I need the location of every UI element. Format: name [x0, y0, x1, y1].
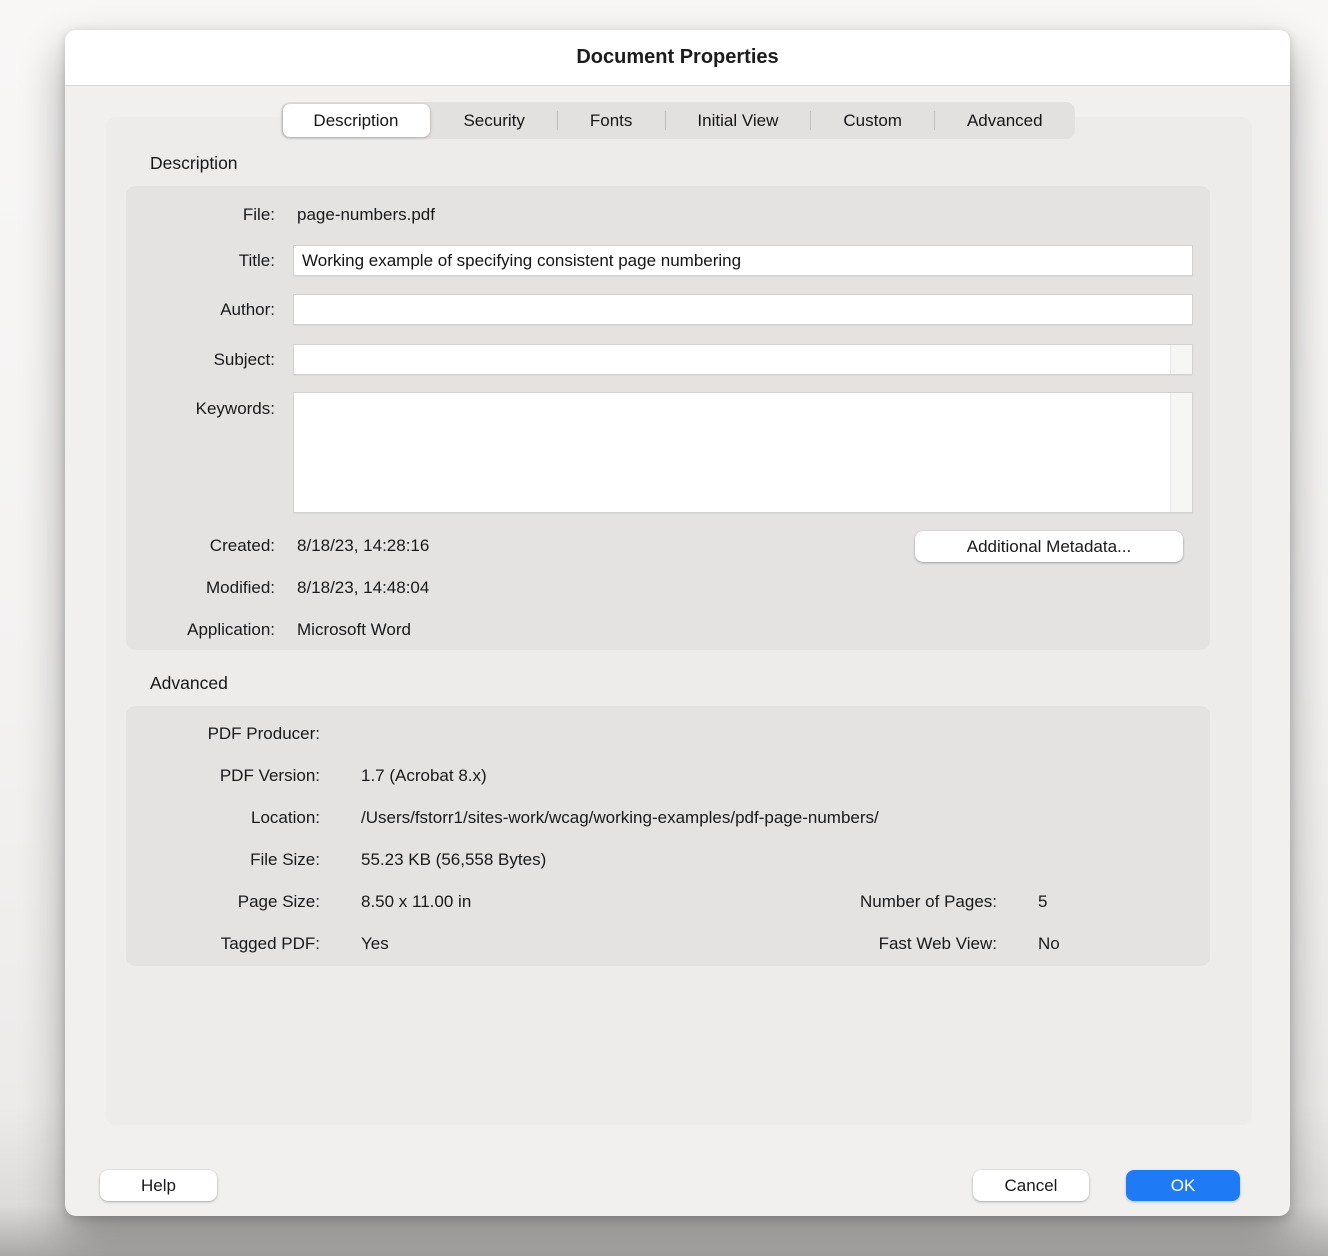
subject-label: Subject: [126, 344, 275, 375]
subject-input[interactable] [294, 345, 1170, 374]
tab-bar: Description Security Fonts Initial View … [280, 102, 1074, 139]
tagged-pdf-label: Tagged PDF: [126, 931, 320, 957]
location-value: /Users/fstorr1/sites-work/wcag/working-e… [361, 805, 879, 831]
dialog-title: Document Properties [576, 46, 778, 69]
created-value: 8/18/23, 14:28:16 [297, 533, 429, 559]
description-tab-panel: Description File: page-numbers.pdf Title… [106, 117, 1252, 1125]
tab-fonts[interactable]: Fonts [558, 102, 665, 139]
tab-custom[interactable]: Custom [811, 102, 934, 139]
keywords-label: Keywords: [126, 396, 275, 422]
tab-initial-view[interactable]: Initial View [665, 102, 810, 139]
help-button[interactable]: Help [100, 1170, 217, 1201]
additional-metadata-button[interactable]: Additional Metadata... [915, 531, 1183, 562]
tab-advanced[interactable]: Advanced [935, 102, 1075, 139]
pdf-version-value: 1.7 (Acrobat 8.x) [361, 763, 487, 789]
page-size-value: 8.50 x 11.00 in [361, 889, 471, 915]
created-label: Created: [126, 533, 275, 559]
title-label: Title: [126, 245, 275, 276]
page-size-label: Page Size: [126, 889, 320, 915]
author-input[interactable] [293, 294, 1193, 325]
author-label: Author: [126, 294, 275, 325]
number-of-pages-label: Number of Pages: [726, 889, 997, 915]
document-properties-dialog: Document Properties Description Security… [65, 30, 1290, 1216]
subject-scrollbar-track[interactable] [1170, 345, 1192, 374]
application-label: Application: [126, 617, 275, 643]
cancel-button[interactable]: Cancel [973, 1170, 1089, 1201]
modified-value: 8/18/23, 14:48:04 [297, 575, 429, 601]
keywords-field [293, 392, 1193, 513]
number-of-pages-value: 5 [1038, 889, 1047, 915]
advanced-group-box: PDF Producer: PDF Version: 1.7 (Acrobat … [126, 706, 1210, 966]
description-section-heading: Description [150, 153, 238, 174]
modified-label: Modified: [126, 575, 275, 601]
subject-field [293, 344, 1193, 375]
file-size-label: File Size: [126, 847, 320, 873]
keywords-scrollbar-track[interactable] [1170, 393, 1192, 512]
tagged-pdf-value: Yes [361, 931, 389, 957]
dialog-titlebar[interactable]: Document Properties [65, 30, 1290, 86]
tab-security[interactable]: Security [431, 102, 556, 139]
ok-button[interactable]: OK [1126, 1170, 1240, 1201]
file-size-value: 55.23 KB (56,558 Bytes) [361, 847, 546, 873]
application-value: Microsoft Word [297, 617, 411, 643]
keywords-textarea[interactable] [294, 393, 1170, 512]
file-label: File: [126, 202, 275, 228]
advanced-section-heading: Advanced [150, 673, 228, 694]
description-group-box: File: page-numbers.pdf Title: Author: Su… [126, 186, 1210, 650]
tab-description[interactable]: Description [282, 104, 429, 137]
pdf-producer-label: PDF Producer: [126, 721, 320, 747]
file-value: page-numbers.pdf [297, 202, 435, 228]
location-label: Location: [126, 805, 320, 831]
title-input[interactable] [293, 245, 1193, 276]
pdf-version-label: PDF Version: [126, 763, 320, 789]
screen: { "window": { "title": "Document Propert… [0, 0, 1328, 1256]
fast-web-view-label: Fast Web View: [726, 931, 997, 957]
fast-web-view-value: No [1038, 931, 1060, 957]
